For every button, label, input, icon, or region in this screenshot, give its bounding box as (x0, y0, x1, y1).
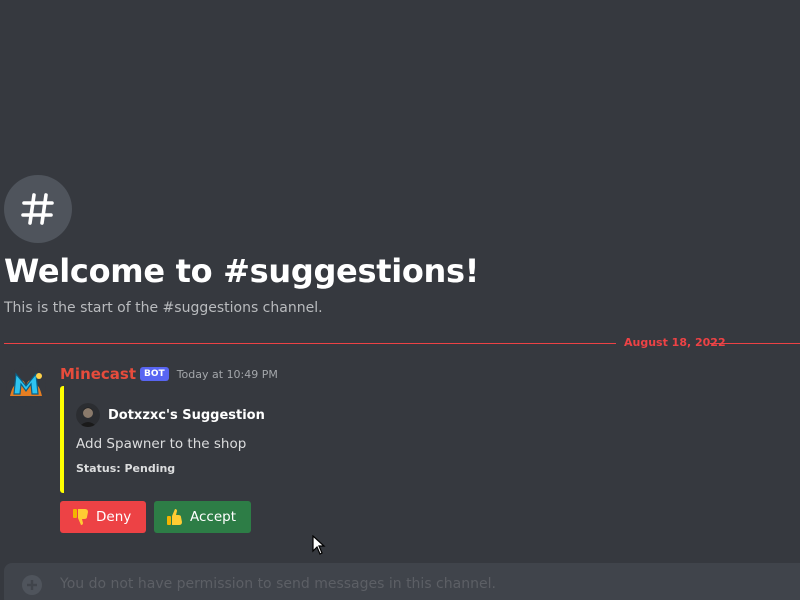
accept-button[interactable]: Accept (154, 501, 251, 533)
thumbs-down-icon (72, 508, 90, 526)
deny-label: Deny (96, 509, 132, 525)
embed-description: Add Spawner to the shop (76, 436, 247, 452)
date-divider: August 18, 2022 (4, 336, 800, 349)
author-name[interactable]: Minecast (60, 365, 136, 383)
divider-line (4, 343, 616, 344)
divider-line (710, 343, 800, 344)
bot-tag: BOT (140, 367, 169, 381)
welcome-subtitle: This is the start of the #suggestions ch… (4, 300, 323, 316)
deny-button[interactable]: Deny (60, 501, 146, 533)
user-avatar-icon (76, 403, 100, 427)
hashtag-icon (4, 175, 72, 243)
accept-label: Accept (190, 509, 237, 525)
thumbs-up-icon (166, 508, 184, 526)
message-composer: You do not have permission to send messa… (4, 563, 800, 600)
plus-circle-icon (22, 575, 42, 595)
discord-channel-view: Welcome to #suggestions! This is the sta… (0, 0, 800, 600)
embed-author-name: Dotxzxc's Suggestion (108, 407, 265, 423)
message-header: Minecast BOT Today at 10:49 PM (60, 365, 278, 383)
mouse-cursor-icon (312, 534, 326, 559)
embed-status: Status: Pending (76, 462, 176, 475)
message-timestamp: Today at 10:49 PM (176, 367, 278, 381)
suggestion-embed: Dotxzxc's Suggestion Add Spawner to the … (60, 386, 265, 493)
composer-placeholder: You do not have permission to send messa… (60, 576, 496, 592)
embed-author: Dotxzxc's Suggestion (76, 403, 265, 427)
welcome-title: Welcome to #suggestions! (4, 252, 480, 290)
minecast-logo-icon[interactable] (6, 366, 46, 406)
